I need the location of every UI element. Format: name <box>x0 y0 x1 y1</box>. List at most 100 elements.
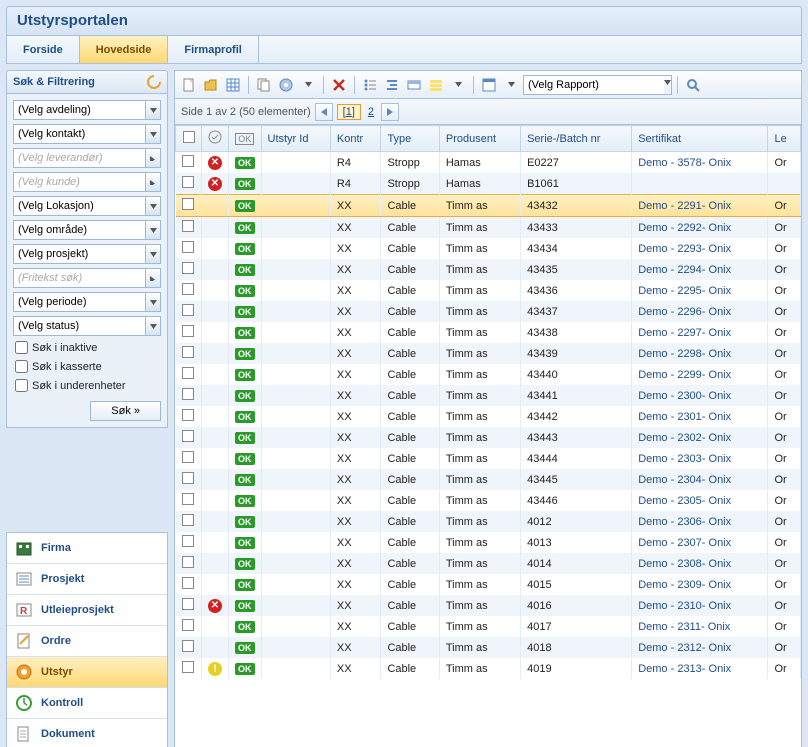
grid-icon[interactable] <box>223 75 243 95</box>
chevron-right-icon[interactable] <box>145 172 161 192</box>
cell-sertifikat[interactable]: Demo - 2301- Onix <box>632 406 768 427</box>
table-row[interactable]: OKXXCableTimm as43436Demo - 2295- OnixOr <box>176 280 801 301</box>
row-checkbox[interactable] <box>182 388 194 400</box>
row-checkbox[interactable] <box>182 640 194 652</box>
table-row[interactable]: OKXXCableTimm as4012Demo - 2306- OnixOr <box>176 511 801 532</box>
chevron-down-icon[interactable] <box>145 316 161 336</box>
cell-sertifikat[interactable]: Demo - 2309- Onix <box>632 574 768 595</box>
cell-sertifikat[interactable]: Demo - 2300- Onix <box>632 385 768 406</box>
open-icon[interactable] <box>201 75 221 95</box>
row-checkbox[interactable] <box>182 493 194 505</box>
chevron-down-icon[interactable] <box>145 196 161 216</box>
filter-combo[interactable] <box>13 172 161 192</box>
chevron-down-icon[interactable] <box>145 292 161 312</box>
tab-hovedside[interactable]: Hovedside <box>80 36 169 63</box>
column-header[interactable]: Utstyr Id <box>261 126 330 152</box>
table-row[interactable]: !OKXXCableTimm as4019Demo - 2313- OnixOr <box>176 658 801 679</box>
chevron-down-icon[interactable] <box>145 124 161 144</box>
table-row[interactable]: OKXXCableTimm as4018Demo - 2312- OnixOr <box>176 637 801 658</box>
cell-sertifikat[interactable]: Demo - 2292- Onix <box>632 217 768 239</box>
filter-input[interactable] <box>13 268 145 288</box>
row-checkbox[interactable] <box>182 198 194 210</box>
chevron-right-icon[interactable] <box>145 268 161 288</box>
nav-item-kontroll[interactable]: Kontroll <box>7 687 167 718</box>
disc-icon[interactable] <box>276 75 296 95</box>
table-row[interactable]: OKXXCableTimm as43432Demo - 2291- OnixOr <box>176 195 801 217</box>
table-row[interactable]: OKXXCableTimm as43444Demo - 2303- OnixOr <box>176 448 801 469</box>
nav-item-firma[interactable]: Firma <box>7 533 167 563</box>
column-header[interactable]: Serie-/Batch nr <box>521 126 632 152</box>
row-checkbox[interactable] <box>182 346 194 358</box>
filter-combo[interactable] <box>13 100 161 120</box>
cell-sertifikat[interactable]: Demo - 2310- Onix <box>632 595 768 616</box>
cell-sertifikat[interactable]: Demo - 2303- Onix <box>632 448 768 469</box>
filter-checkbox[interactable]: Søk i kasserte <box>13 359 161 374</box>
search-button[interactable]: Søk » <box>90 401 161 421</box>
table-row[interactable]: OKXXCableTimm as4013Demo - 2307- OnixOr <box>176 532 801 553</box>
table-row[interactable]: OKXXCableTimm as4015Demo - 2309- OnixOr <box>176 574 801 595</box>
filter-input[interactable] <box>13 220 145 240</box>
table-row[interactable]: OKXXCableTimm as43437Demo - 2296- OnixOr <box>176 301 801 322</box>
row-checkbox[interactable] <box>182 556 194 568</box>
checkbox-input[interactable] <box>15 341 28 354</box>
filter-input[interactable] <box>13 124 145 144</box>
cell-sertifikat[interactable]: Demo - 2304- Onix <box>632 469 768 490</box>
highlight-icon[interactable] <box>426 75 446 95</box>
filter-combo[interactable] <box>13 268 161 288</box>
filter-combo[interactable] <box>13 196 161 216</box>
row-checkbox[interactable] <box>182 304 194 316</box>
table-row[interactable]: OKXXCableTimm as43441Demo - 2300- OnixOr <box>176 385 801 406</box>
row-checkbox[interactable] <box>182 577 194 589</box>
row-checkbox[interactable] <box>182 325 194 337</box>
row-checkbox[interactable] <box>182 220 194 232</box>
column-header[interactable] <box>202 126 229 152</box>
row-checkbox[interactable] <box>182 241 194 253</box>
filter-input[interactable] <box>13 148 145 168</box>
table-row[interactable]: OKXXCableTimm as43446Demo - 2305- OnixOr <box>176 490 801 511</box>
cell-sertifikat[interactable]: Demo - 2312- Onix <box>632 637 768 658</box>
row-checkbox[interactable] <box>182 409 194 421</box>
table-row[interactable]: OKXXCableTimm as43433Demo - 2292- OnixOr <box>176 217 801 239</box>
cell-sertifikat[interactable]: Demo - 2298- Onix <box>632 343 768 364</box>
table-row[interactable]: OKXXCableTimm as43445Demo - 2304- OnixOr <box>176 469 801 490</box>
row-checkbox[interactable] <box>182 661 194 673</box>
row-checkbox[interactable] <box>182 514 194 526</box>
copy-icon[interactable] <box>254 75 274 95</box>
equipment-grid[interactable]: OKUtstyr IdKontrTypeProdusentSerie-/Batc… <box>175 125 801 747</box>
column-header[interactable]: OK <box>229 126 262 152</box>
cell-sertifikat[interactable]: Demo - 2299- Onix <box>632 364 768 385</box>
cell-sertifikat[interactable] <box>632 173 768 195</box>
filter-combo[interactable] <box>13 292 161 312</box>
column-header[interactable]: Sertifikat <box>632 126 768 152</box>
pager-page-link[interactable]: 2 <box>365 106 377 118</box>
search-icon[interactable] <box>683 75 703 95</box>
column-header[interactable]: Le <box>768 126 801 152</box>
tab-forside[interactable]: Forside <box>7 36 80 63</box>
row-checkbox[interactable] <box>182 155 194 167</box>
table-row[interactable]: OKXXCableTimm as43439Demo - 2298- OnixOr <box>176 343 801 364</box>
tab-firmaprofil[interactable]: Firmaprofil <box>168 36 258 63</box>
filter-combo[interactable] <box>13 124 161 144</box>
table-row[interactable]: ✕OKR4StroppHamasB1061 <box>176 173 801 195</box>
table-row[interactable]: OKXXCableTimm as43435Demo - 2294- OnixOr <box>176 259 801 280</box>
cell-sertifikat[interactable]: Demo - 2296- Onix <box>632 301 768 322</box>
table-row[interactable]: OKXXCableTimm as43440Demo - 2299- OnixOr <box>176 364 801 385</box>
delete-icon[interactable] <box>329 75 349 95</box>
cell-sertifikat[interactable]: Demo - 2308- Onix <box>632 553 768 574</box>
filter-input[interactable] <box>13 316 145 336</box>
table-row[interactable]: OKXXCableTimm as43442Demo - 2301- OnixOr <box>176 406 801 427</box>
table-row[interactable]: ✕OKXXCableTimm as4016Demo - 2310- OnixOr <box>176 595 801 616</box>
cell-sertifikat[interactable]: Demo - 2293- Onix <box>632 238 768 259</box>
cell-sertifikat[interactable]: Demo - 2291- Onix <box>632 195 768 217</box>
chevron-down-icon[interactable] <box>298 75 318 95</box>
nav-item-prosjekt[interactable]: Prosjekt <box>7 563 167 594</box>
pager-next-button[interactable] <box>381 103 399 121</box>
refresh-icon[interactable] <box>144 72 164 92</box>
row-checkbox[interactable] <box>182 367 194 379</box>
row-checkbox[interactable] <box>182 176 194 188</box>
chevron-down-icon[interactable] <box>145 244 161 264</box>
select-all-checkbox[interactable] <box>183 131 195 143</box>
filter-combo[interactable] <box>13 220 161 240</box>
checkbox-input[interactable] <box>15 379 28 392</box>
cell-sertifikat[interactable]: Demo - 2313- Onix <box>632 658 768 679</box>
